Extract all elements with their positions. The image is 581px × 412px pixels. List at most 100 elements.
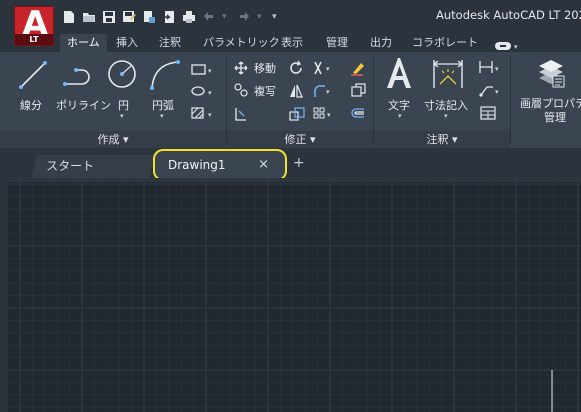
online-services-icon[interactable]: ▾ bbox=[494, 37, 522, 51]
stretch-icon bbox=[235, 108, 246, 121]
linear-dim-tool[interactable]: ▾ bbox=[478, 60, 502, 74]
leader-icon: ▾ bbox=[479, 86, 499, 97]
redo-dropdown-icon[interactable]: ▾ bbox=[257, 10, 266, 24]
plot-preview-icon[interactable] bbox=[142, 10, 156, 24]
arc-label[interactable]: 円弧 bbox=[152, 97, 174, 113]
copy-label[interactable]: 複写 bbox=[254, 83, 276, 99]
tab-manage[interactable]: 管理 bbox=[326, 34, 348, 52]
rectangle-icon: ▾ bbox=[191, 64, 212, 75]
table-tool[interactable] bbox=[480, 106, 496, 120]
title-bar: ▾ ▾ ▾ Autodesk AutoCAD LT 2020 bbox=[0, 0, 581, 34]
ellipse-tool[interactable]: ▾ bbox=[190, 84, 216, 98]
undo-icon[interactable] bbox=[202, 10, 216, 24]
layer-properties-icon bbox=[539, 60, 565, 88]
layer-manage-label[interactable]: 管理 bbox=[544, 109, 566, 125]
svg-text:▾: ▾ bbox=[208, 67, 212, 75]
tab-view[interactable]: 表示 bbox=[281, 34, 303, 52]
svg-text:▾: ▾ bbox=[208, 89, 212, 97]
linear-dimension-icon: ▾ bbox=[479, 61, 499, 73]
text-label[interactable]: 文字 bbox=[388, 97, 410, 113]
rotate-icon bbox=[290, 60, 302, 74]
move-tool[interactable] bbox=[234, 61, 248, 75]
dimension-dropdown-icon[interactable]: ▾ bbox=[444, 112, 448, 120]
tab-drawing1[interactable]: Drawing1 × bbox=[153, 149, 287, 181]
rotate-tool[interactable] bbox=[288, 60, 304, 76]
polyline-label[interactable]: ポリライン bbox=[56, 97, 111, 113]
scale-tool[interactable] bbox=[288, 106, 306, 122]
rectangle-tool[interactable]: ▾ bbox=[190, 62, 216, 76]
tab-insert[interactable]: 挿入 bbox=[116, 34, 138, 52]
copy-tool[interactable] bbox=[234, 83, 250, 97]
erase-tool[interactable] bbox=[350, 60, 366, 76]
polyline-tool[interactable] bbox=[62, 62, 96, 90]
trim-tool[interactable]: ▾ bbox=[312, 60, 334, 76]
undo-dropdown-icon[interactable]: ▾ bbox=[222, 10, 231, 24]
tab-output[interactable]: 出力 bbox=[370, 34, 392, 52]
save-icon[interactable] bbox=[102, 10, 116, 24]
tab-start[interactable]: スタート bbox=[31, 155, 155, 178]
new-icon[interactable] bbox=[62, 10, 76, 24]
array-tool[interactable]: ▾ bbox=[312, 106, 334, 122]
dimension-icon bbox=[433, 60, 463, 88]
circle-label[interactable]: 円 bbox=[118, 97, 129, 113]
drawing-grid bbox=[0, 178, 581, 412]
text-tool[interactable] bbox=[384, 56, 414, 90]
offset-icon bbox=[351, 108, 364, 118]
hatch-tool[interactable]: ▾ bbox=[190, 106, 216, 120]
text-icon bbox=[387, 58, 411, 88]
line-icon bbox=[19, 61, 47, 89]
svg-text:▾: ▾ bbox=[208, 111, 212, 119]
canvas-left-bar bbox=[0, 178, 8, 412]
text-dropdown-icon[interactable]: ▾ bbox=[398, 112, 402, 120]
tab-parametric[interactable]: パラメトリック bbox=[203, 34, 280, 52]
mirror-tool[interactable] bbox=[288, 83, 304, 99]
stretch-tool[interactable] bbox=[234, 106, 248, 122]
svg-text:▾: ▾ bbox=[326, 88, 330, 96]
dimension-tool[interactable] bbox=[430, 58, 466, 90]
document-tab-bar: スタート Drawing1 × + bbox=[0, 148, 581, 181]
draw-panel-footer[interactable]: 作成 ▾ bbox=[0, 131, 226, 148]
array-icon: ▾ bbox=[313, 107, 331, 119]
close-icon[interactable]: × bbox=[258, 151, 269, 179]
application-menu-button[interactable]: A LT bbox=[14, 4, 54, 46]
annotation-panel-footer[interactable]: 注釈 ▾ bbox=[374, 131, 510, 148]
customize-icon[interactable]: ▾ bbox=[272, 10, 281, 24]
explode-tool[interactable] bbox=[350, 83, 366, 99]
ellipse-icon: ▾ bbox=[191, 86, 212, 97]
ribbon-tab-row: ホーム 挿入 注釈 パラメトリック 表示 管理 出力 コラボレート ▾ bbox=[0, 34, 581, 52]
logo-badge: LT bbox=[15, 34, 53, 45]
redo-icon[interactable] bbox=[237, 10, 251, 24]
move-label[interactable]: 移動 bbox=[254, 60, 276, 76]
scale-icon bbox=[289, 107, 305, 121]
new-tab-button[interactable]: + bbox=[293, 155, 305, 171]
tab-start-label: スタート bbox=[46, 159, 95, 173]
fillet-tool[interactable]: ▾ bbox=[312, 83, 334, 99]
arc-icon bbox=[150, 60, 180, 90]
print-icon[interactable] bbox=[182, 10, 196, 24]
tab-collaborate[interactable]: コラボレート bbox=[412, 34, 478, 52]
modify-panel-footer[interactable]: 修正 ▾ bbox=[227, 131, 373, 148]
arc-tool[interactable] bbox=[148, 58, 182, 90]
line-label[interactable]: 線分 bbox=[20, 97, 42, 113]
mirror-icon bbox=[290, 84, 303, 98]
arc-dropdown-icon[interactable]: ▾ bbox=[160, 112, 164, 120]
circle-tool[interactable] bbox=[106, 58, 138, 90]
offset-tool[interactable] bbox=[350, 106, 366, 122]
tab-annotate[interactable]: 注釈 bbox=[159, 34, 181, 52]
publish-icon[interactable] bbox=[162, 10, 176, 24]
drawing-canvas[interactable] bbox=[0, 178, 581, 412]
table-icon bbox=[480, 106, 496, 120]
leader-tool[interactable]: ▾ bbox=[478, 83, 502, 97]
svg-text:▾: ▾ bbox=[327, 111, 331, 119]
layer-properties-tool[interactable] bbox=[536, 56, 566, 90]
tab-home[interactable]: ホーム bbox=[60, 34, 107, 52]
dimension-label[interactable]: 寸法記入 bbox=[424, 97, 468, 113]
save-as-icon[interactable] bbox=[122, 10, 136, 24]
move-icon bbox=[234, 61, 248, 75]
open-icon[interactable] bbox=[82, 10, 96, 24]
explode-icon bbox=[351, 83, 366, 97]
window-title: Autodesk AutoCAD LT 2020 bbox=[436, 8, 581, 22]
line-tool[interactable] bbox=[18, 60, 48, 90]
ribbon: 線分 ポリライン 円 ▾ 円弧 ▾ ▾ ▾ ▾ 作成 ▾ 移動 複写 ▾ ▾ ▾… bbox=[0, 52, 581, 148]
circle-dropdown-icon[interactable]: ▾ bbox=[120, 112, 124, 120]
